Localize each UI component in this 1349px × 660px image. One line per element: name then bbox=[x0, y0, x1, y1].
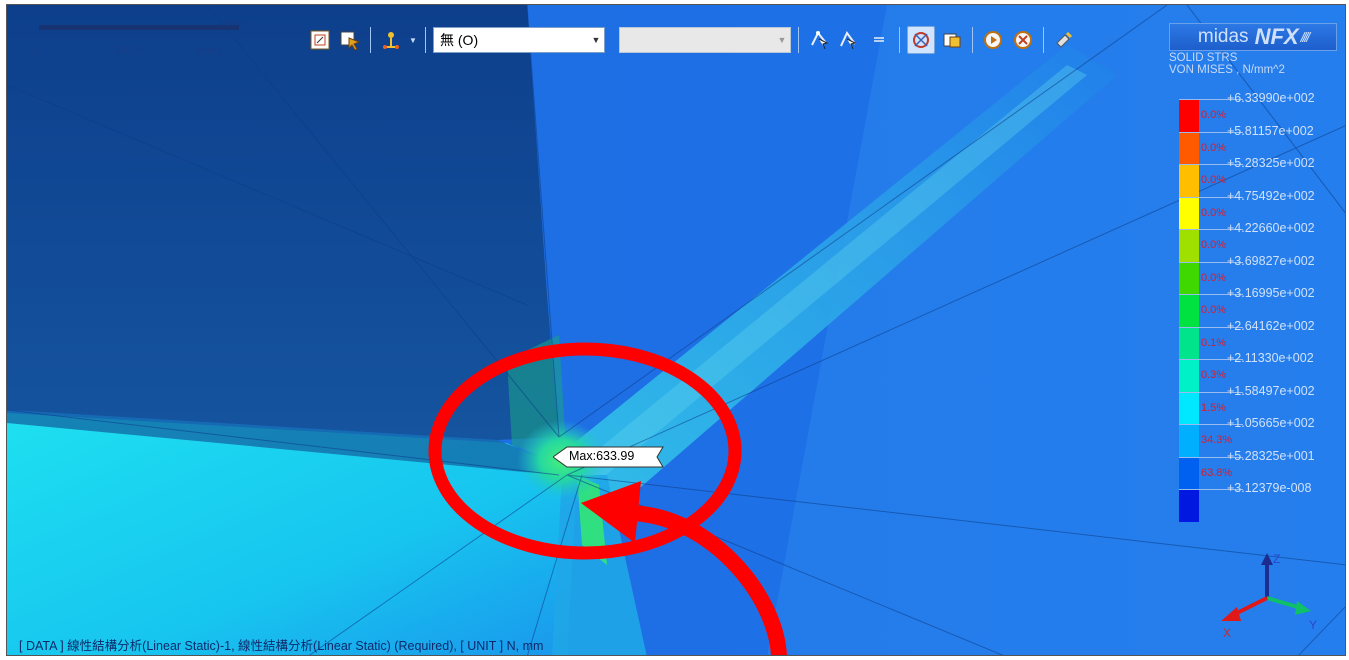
legend-band bbox=[1179, 424, 1199, 457]
legend-band bbox=[1179, 326, 1199, 359]
legend-band-percent: 0.0% bbox=[1201, 141, 1227, 154]
axis-x-label: X bbox=[1223, 626, 1231, 640]
scale-tick-unit: (mm) bbox=[197, 45, 223, 57]
probe-tool-dropdown[interactable]: ▼ bbox=[408, 27, 418, 53]
stop-circle-icon bbox=[1014, 31, 1032, 49]
legend-level-value: +3.12379e-008 bbox=[1227, 481, 1312, 495]
feature-edge-icon bbox=[913, 32, 929, 48]
legend-level-value: +2.11330e+002 bbox=[1227, 351, 1314, 365]
select-result-button[interactable] bbox=[337, 27, 363, 53]
legend-level-value: +4.75492e+002 bbox=[1227, 188, 1315, 203]
scale-bar: 0 30.000 (mm) mm bbox=[29, 17, 259, 63]
chevron-down-icon: ▼ bbox=[409, 35, 417, 45]
legend-band bbox=[1179, 294, 1199, 327]
scale-tick-0: 0 bbox=[31, 45, 38, 57]
logo-brand: midas bbox=[1197, 26, 1249, 47]
max-value-label: Max:633.99 bbox=[569, 449, 635, 463]
legend-band-percent: 0.3% bbox=[1201, 369, 1227, 381]
pick-elements-button[interactable] bbox=[836, 27, 862, 53]
view-toolbar: ▼ 無 (O) ▼ ▼ bbox=[307, 23, 1077, 57]
legend-level-value: +3.16995e+002 bbox=[1227, 286, 1315, 300]
legend-band-percent: 0.1% bbox=[1201, 336, 1227, 349]
logo-slashes: //// bbox=[1300, 29, 1310, 45]
legend-unit: VON MISES , N/mm^2 bbox=[1169, 64, 1285, 76]
fea-result-scene bbox=[7, 5, 1345, 655]
export-image-button[interactable] bbox=[939, 27, 965, 53]
legend-level-value: +6.33990e+002 bbox=[1227, 91, 1315, 105]
axis-triad: Z Y X bbox=[1221, 553, 1317, 640]
legend-band bbox=[1179, 359, 1199, 392]
legend-level-value: +5.28325e+002 bbox=[1227, 156, 1315, 170]
legend-band-percent: 0.0% bbox=[1201, 304, 1227, 316]
logo-product: NFX bbox=[1254, 24, 1299, 49]
legend-band bbox=[1179, 456, 1199, 489]
settings-button[interactable] bbox=[1051, 27, 1077, 53]
legend-band-percent: 0.0% bbox=[1201, 271, 1227, 284]
select-result-icon bbox=[340, 31, 361, 51]
export-image-icon bbox=[943, 33, 961, 48]
scale-top-unit: mm bbox=[225, 18, 244, 30]
legend-band bbox=[1179, 131, 1199, 164]
legend-level-value: +3.69827e+002 bbox=[1227, 253, 1315, 268]
scale-tick-mid: 30.000 bbox=[115, 45, 149, 57]
legend-band-percent: 0.0% bbox=[1201, 206, 1227, 219]
step-select[interactable]: ▼ bbox=[619, 27, 791, 53]
midas-nfx-logo: midas NFX //// bbox=[1169, 23, 1337, 51]
legend-band-percent: 0.0% bbox=[1201, 239, 1227, 251]
legend-band-percent: 0.0% bbox=[1201, 109, 1227, 121]
list-icon bbox=[874, 37, 884, 42]
probe-tool-icon bbox=[383, 32, 399, 49]
load-case-value: 無 (O) bbox=[440, 32, 479, 48]
play-circle-icon bbox=[984, 31, 1002, 49]
fit-view-icon bbox=[310, 30, 330, 50]
axis-z-label: Z bbox=[1273, 553, 1280, 566]
chevron-down-icon: ▼ bbox=[591, 35, 601, 45]
options-icon bbox=[1056, 31, 1073, 48]
legend-band bbox=[1179, 489, 1199, 522]
model-viewport[interactable]: 0 30.000 (mm) mm ▼ 無 (O) ▼ ▼ midas NFX /… bbox=[6, 4, 1346, 656]
legend-band-percent: 34.3% bbox=[1201, 434, 1233, 446]
contour-legend: midas NFX //// SOLID STRS VON MISES , N/… bbox=[1169, 23, 1341, 522]
legend-title: SOLID STRS bbox=[1169, 52, 1238, 64]
legend-band bbox=[1179, 391, 1199, 424]
pick-nodes-button[interactable] bbox=[806, 27, 832, 53]
legend-level-value: +4.22660e+002 bbox=[1227, 221, 1315, 235]
legend-level-value: +2.64162e+002 bbox=[1227, 318, 1315, 333]
list-button[interactable] bbox=[866, 27, 892, 53]
legend-band bbox=[1179, 261, 1199, 294]
legend-level-value: +5.81157e+002 bbox=[1227, 123, 1314, 138]
legend-level-value: +5.28325e+001 bbox=[1227, 448, 1315, 463]
animate-stop-button[interactable] bbox=[1010, 27, 1036, 53]
pick-elements-icon bbox=[840, 31, 857, 50]
legend-color-bands: 0.0% 0.0% 0.0% 0.0% 0.0% 0.0% 0.0% 0.1% 0.3% 1.5%… bbox=[1179, 99, 1232, 522]
legend-band-percent: 1.5% bbox=[1201, 401, 1227, 414]
legend-level-value: +1.58497e+002 bbox=[1227, 383, 1315, 398]
legend-level-value: +1.05665e+002 bbox=[1227, 416, 1315, 430]
legend-band bbox=[1179, 99, 1199, 132]
legend-band-percent: 63.8% bbox=[1201, 466, 1233, 479]
pick-nodes-icon bbox=[811, 31, 829, 50]
status-info-line: [ DATA ] 線性結構分析(Linear Static)-1, 線性結構分析… bbox=[19, 639, 544, 653]
legend-band bbox=[1179, 229, 1199, 262]
legend-band-percent: 0.0% bbox=[1201, 174, 1227, 186]
feature-edge-toggle[interactable] bbox=[907, 26, 935, 54]
chevron-down-icon: ▼ bbox=[777, 35, 787, 45]
legend-band bbox=[1179, 196, 1199, 229]
animate-play-button[interactable] bbox=[980, 27, 1006, 53]
fit-view-button[interactable] bbox=[307, 27, 333, 53]
load-case-select[interactable]: 無 (O) ▼ bbox=[433, 27, 605, 53]
axis-y-label: Y bbox=[1309, 618, 1317, 632]
legend-band bbox=[1179, 164, 1199, 197]
probe-tool-button[interactable] bbox=[378, 27, 404, 53]
